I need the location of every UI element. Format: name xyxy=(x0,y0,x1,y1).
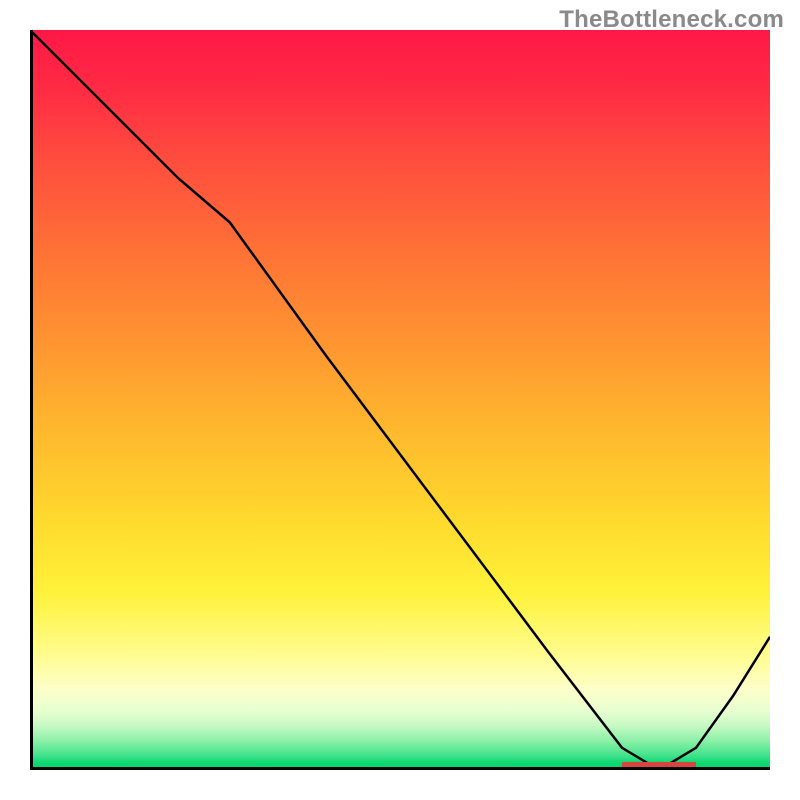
optimal-range-marker xyxy=(622,762,696,768)
chart-container: TheBottleneck.com xyxy=(0,0,800,800)
plot-area xyxy=(30,30,770,770)
background-gradient xyxy=(30,30,770,770)
